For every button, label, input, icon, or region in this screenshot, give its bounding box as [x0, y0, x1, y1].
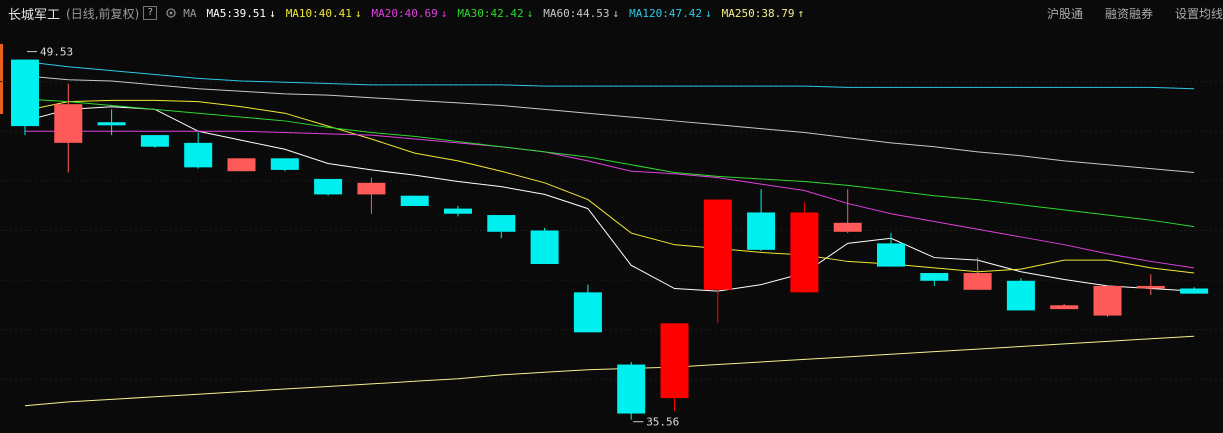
- link-margin-trading[interactable]: 融资融券: [1105, 5, 1153, 22]
- candle-body: [487, 215, 516, 232]
- ma-line-ma250: [24, 335, 1195, 407]
- toolbar-links: 沪股通 融资融券 设置均线: [1025, 0, 1223, 26]
- link-hk-connect[interactable]: 沪股通: [1047, 5, 1083, 22]
- candle-body: [1136, 285, 1165, 289]
- candle-body: [444, 208, 472, 214]
- ma-line-ma5: [24, 106, 1195, 292]
- ma-legend-item: MA5:39.51: [206, 6, 267, 20]
- candle-body: [97, 122, 126, 126]
- candle-body: [790, 212, 819, 293]
- candle-body: [184, 142, 213, 168]
- stock-chart-app: 长城军工 (日线,前复权) ? MA MA5:39.51 ↓ MA10:40.41 ↓…: [0, 0, 1223, 433]
- candle-body: [1093, 285, 1122, 316]
- candle-body: [703, 199, 732, 290]
- gear-icon[interactable]: [165, 7, 177, 19]
- arrow-down-icon: ↓: [526, 6, 534, 20]
- link-ma-settings[interactable]: 设置均线: [1175, 5, 1223, 22]
- arrow-down-icon: ↓: [269, 6, 276, 20]
- candle-body: [1180, 288, 1209, 294]
- chart-area[interactable]: 49.53 35.56: [0, 26, 1223, 433]
- candle-body: [833, 222, 862, 232]
- arrow-up-icon: ↑: [797, 6, 805, 20]
- candle-body: [747, 212, 776, 250]
- stock-name: 长城军工: [8, 7, 61, 23]
- candle-body: [617, 364, 646, 414]
- candle-body: [530, 230, 559, 265]
- candle-body: [920, 273, 949, 281]
- ma-legend-item: MA10:40.41: [285, 6, 352, 20]
- candle-body: [660, 323, 689, 399]
- arrow-down-icon: ↓: [354, 6, 362, 20]
- arrow-down-icon: ↓: [440, 6, 448, 20]
- candlestick-chart[interactable]: 49.53 35.56: [0, 26, 1223, 433]
- ma-legend-item: MA60:44.53: [543, 6, 610, 20]
- candle-body: [54, 104, 83, 143]
- candle-body: [140, 135, 169, 147]
- ma-legend: MA5:39.51 ↓ MA10:40.41 ↓ MA20:40.69 ↓ MA30:42.…: [196, 7, 804, 20]
- arrow-down-icon: ↓: [704, 6, 712, 20]
- ma-legend-item: MA250:38.79: [721, 6, 795, 20]
- candle-body: [877, 243, 905, 267]
- candle-body: [1006, 280, 1035, 311]
- arrow-down-icon: ↓: [612, 6, 620, 20]
- ma-legend-item: MA120:47.42: [629, 6, 702, 20]
- ma-line-ma10: [24, 99, 1195, 274]
- ma-line-ma120: [24, 61, 1195, 90]
- candle-body: [400, 195, 429, 207]
- candle-body: [573, 292, 602, 333]
- candle-body: [314, 178, 343, 195]
- max-price-label: 49.53: [40, 46, 73, 59]
- candle-body: [227, 158, 256, 172]
- candle-body: [270, 158, 299, 170]
- candle-body: [1050, 305, 1079, 310]
- candle-body: [11, 59, 39, 127]
- ma-legend-item: MA30:42.42: [457, 6, 524, 20]
- period-label[interactable]: (日线,前复权): [66, 5, 139, 22]
- ma-tag: MA: [183, 6, 197, 20]
- help-button[interactable]: ?: [143, 6, 158, 20]
- candle-body: [963, 273, 992, 290]
- min-price-label: 35.56: [646, 416, 679, 429]
- ma-legend-item: MA20:40.69: [371, 6, 438, 20]
- candle-body: [357, 182, 386, 195]
